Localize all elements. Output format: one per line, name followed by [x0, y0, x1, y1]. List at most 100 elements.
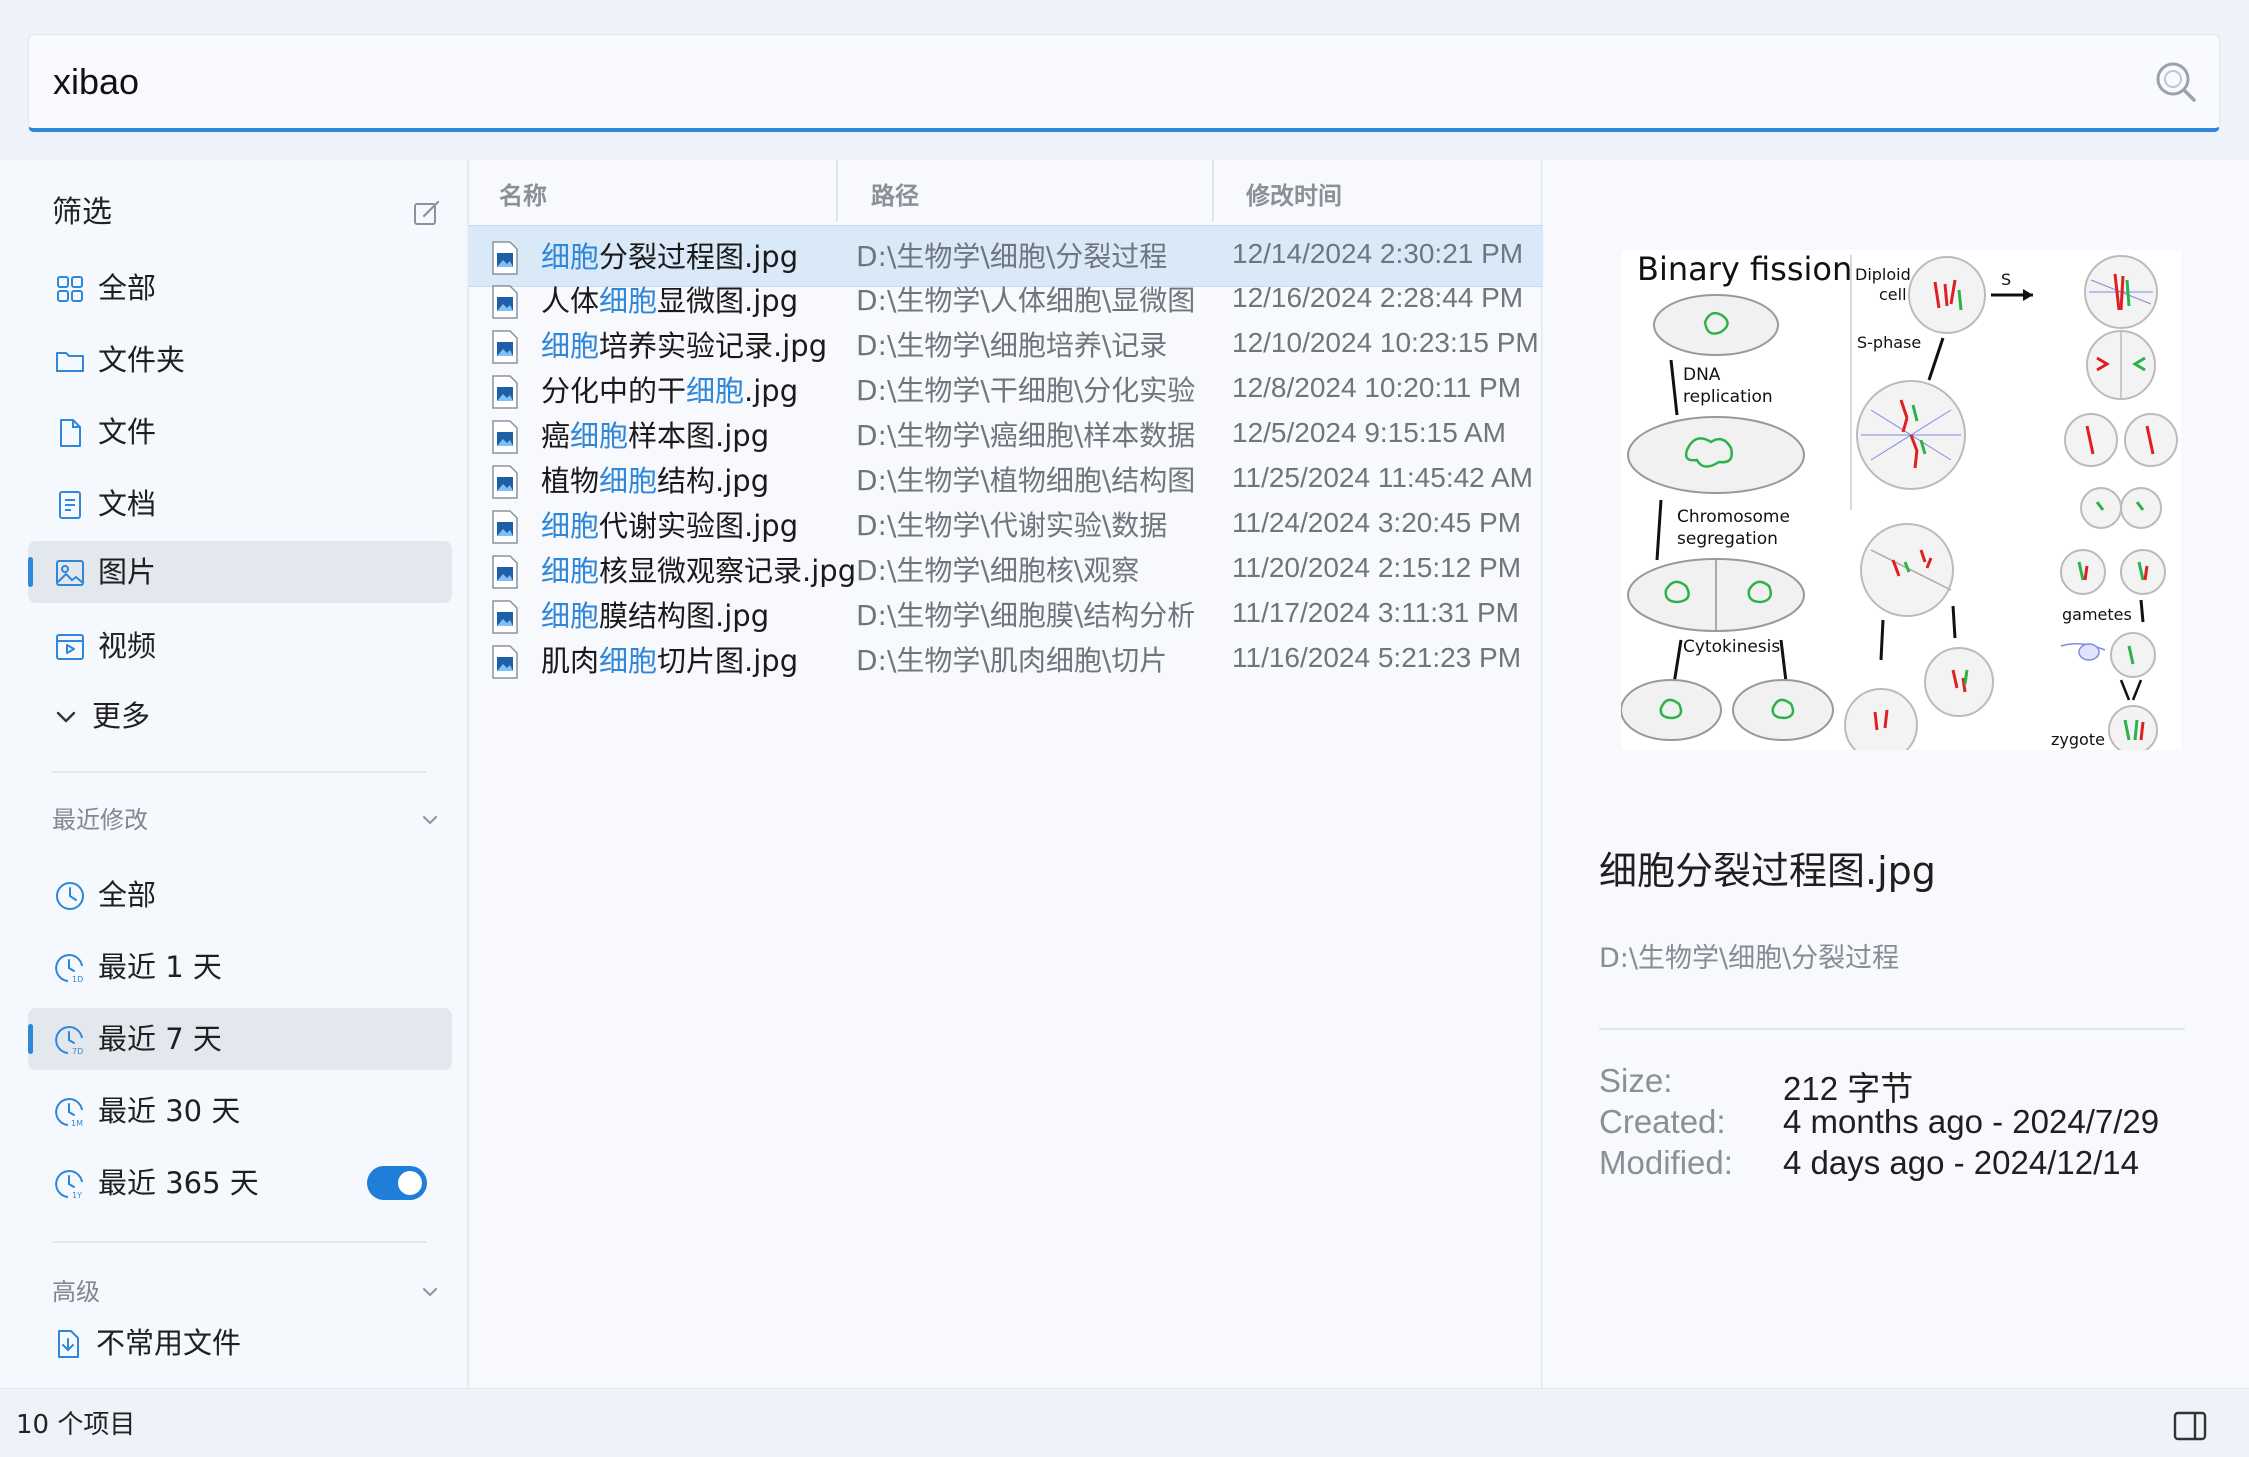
svg-text:Chromosome: Chromosome	[1677, 507, 1790, 527]
file-name-suffix: 显微图.jpg	[657, 284, 799, 318]
file-name-prefix: 肌肉	[541, 644, 600, 678]
column-header-name[interactable]: 名称	[499, 160, 547, 222]
divider	[52, 771, 426, 773]
recent-item-30d[interactable]: 1M 最近 30 天	[28, 1080, 452, 1142]
column-separator[interactable]	[1212, 160, 1214, 222]
file-name-match: 细胞	[541, 599, 600, 633]
file-row[interactable]: 肌肉细胞切片图.jpg D:\生物学\肌肉细胞\切片 11/16/2024 5:21…	[469, 630, 1543, 692]
file-name-match: 细胞	[541, 554, 600, 588]
preview-image: Binary fission DNA replication Chromosom…	[1621, 250, 2181, 750]
svg-text:gametes: gametes	[2062, 605, 2132, 624]
clock-icon	[56, 882, 84, 910]
preview-file-name: 细胞分裂过程图.jpg	[1599, 849, 1936, 893]
sidebar-item-all[interactable]: 全部	[28, 257, 452, 319]
advanced-item-label: 不常用文件	[96, 1326, 242, 1360]
meta-key: Created:	[1599, 1103, 1726, 1140]
svg-text:1M: 1M	[71, 1119, 83, 1128]
file-name-suffix: .jpg	[744, 374, 799, 408]
clock-1m-icon: 1M	[55, 1098, 83, 1128]
svg-text:cell: cell	[1879, 285, 1907, 304]
meta-key: Size:	[1599, 1062, 1673, 1099]
meta-key: Modified:	[1599, 1144, 1733, 1181]
section-title: 高级	[52, 1278, 100, 1306]
svg-text:S: S	[2001, 270, 2011, 289]
sidebar-item-label: 文件夹	[98, 343, 186, 377]
advanced-section-header[interactable]: 高级	[52, 1272, 442, 1312]
search-input[interactable]	[53, 35, 2113, 129]
sidebar-item-image[interactable]: 图片	[28, 541, 452, 603]
file-path: D:\生物学\肌肉细胞\切片	[856, 644, 1168, 677]
recent-section-header[interactable]: 最近修改	[52, 800, 442, 840]
filter-title: 筛选	[52, 195, 112, 230]
sidebar-item-document[interactable]: 文档	[28, 473, 452, 535]
recent-item-label: 最近 7 天	[98, 1022, 222, 1056]
file-name-suffix: 分裂过程图.jpg	[599, 240, 799, 274]
sidebar-item-label: 全部	[98, 271, 157, 305]
svg-text:Cytokinesis: Cytokinesis	[1683, 637, 1780, 657]
image-file-icon	[492, 330, 518, 364]
rare-files-toggle[interactable]	[367, 1166, 427, 1200]
column-header-modified[interactable]: 修改时间	[1246, 160, 1342, 222]
preview-pane: Binary fission DNA replication Chromosom…	[1543, 160, 2249, 1388]
sidebar-item-video[interactable]: 视频	[28, 615, 452, 677]
svg-text:Diploid: Diploid	[1855, 265, 1911, 284]
divider	[1599, 1028, 2185, 1030]
svg-text:DNA: DNA	[1683, 365, 1721, 385]
file-name-suffix: 膜结构图.jpg	[599, 599, 770, 633]
sidebar-item-label: 文档	[98, 487, 157, 521]
file-name-match: 细胞	[570, 419, 629, 453]
file-name: 肌肉细胞切片图.jpg	[541, 630, 798, 692]
sidebar-item-file[interactable]: 文件	[28, 401, 452, 463]
file-modified: 11/16/2024 5:21:23 PM	[1232, 642, 1522, 673]
document-icon	[59, 491, 81, 519]
image-icon	[56, 560, 84, 586]
recent-item-label: 全部	[98, 878, 157, 912]
image-file-icon	[492, 600, 518, 634]
svg-text:1D: 1D	[72, 975, 83, 984]
meta-value: 4 months ago - 2024/7/29	[1783, 1103, 2160, 1140]
file-download-icon	[58, 1330, 79, 1358]
section-title: 最近修改	[52, 806, 148, 834]
sidebar-item-label: 图片	[98, 555, 157, 589]
sidebar: 筛选 全部 文件夹 文件 文档 图片 视频 更多 最近修改 全部 1D 最近 1…	[0, 160, 466, 1388]
svg-text:7D: 7D	[72, 1047, 83, 1056]
recent-item-label: 最近 365 天	[98, 1166, 259, 1200]
meta-value: 4 days ago - 2024/12/14	[1783, 1144, 2139, 1181]
sidebar-item-folder[interactable]: 文件夹	[28, 329, 452, 391]
search-bar	[28, 34, 2220, 132]
recent-item-1d[interactable]: 1D 最近 1 天	[28, 936, 452, 998]
file-name-prefix: 癌	[541, 419, 571, 453]
image-file-icon	[492, 510, 518, 544]
column-separator[interactable]	[836, 160, 838, 222]
chevron-down-icon	[423, 816, 437, 825]
column-header-path[interactable]: 路径	[871, 160, 919, 222]
status-bar: 10 个项目	[0, 1388, 2249, 1457]
file-icon	[60, 419, 81, 447]
edit-icon[interactable]	[412, 198, 442, 228]
file-name-prefix: 分化中的干	[541, 374, 687, 408]
svg-text:1Y: 1Y	[72, 1191, 82, 1200]
file-name-match: 细胞	[541, 509, 600, 543]
preview-panel-toggle-icon[interactable]	[2173, 1411, 2207, 1441]
folder-icon	[56, 352, 84, 372]
recent-item-7d[interactable]: 7D 最近 7 天	[28, 1008, 452, 1070]
clock-1y-icon: 1Y	[55, 1170, 83, 1200]
item-count: 10 个项目	[16, 1410, 136, 1440]
chevron-down-icon	[423, 1288, 437, 1297]
recent-item-all[interactable]: 全部	[28, 864, 452, 926]
sidebar-item-label: 更多	[92, 699, 151, 733]
svg-text:segregation: segregation	[1677, 529, 1778, 549]
preview-file-path[interactable]: D:\生物学\细胞\分裂过程	[1599, 936, 1899, 975]
image-file-icon	[492, 465, 518, 499]
divider	[52, 1241, 426, 1243]
sidebar-item-more[interactable]: 更多	[28, 685, 452, 747]
file-name-prefix: 植物	[541, 464, 600, 498]
image-file-icon	[492, 645, 518, 679]
search-icon[interactable]	[2151, 57, 2199, 105]
svg-text:zygote: zygote	[2051, 730, 2105, 749]
file-name-suffix: 培养实验记录.jpg	[599, 329, 828, 363]
recent-item-label: 最近 30 天	[98, 1094, 241, 1128]
sidebar-item-label: 视频	[98, 629, 157, 663]
grid-icon	[57, 276, 83, 302]
file-list: 名称 路径 修改时间 细胞分裂过程图.jpg D:\生物学\细胞\分裂过程 12/1…	[468, 160, 1543, 1388]
